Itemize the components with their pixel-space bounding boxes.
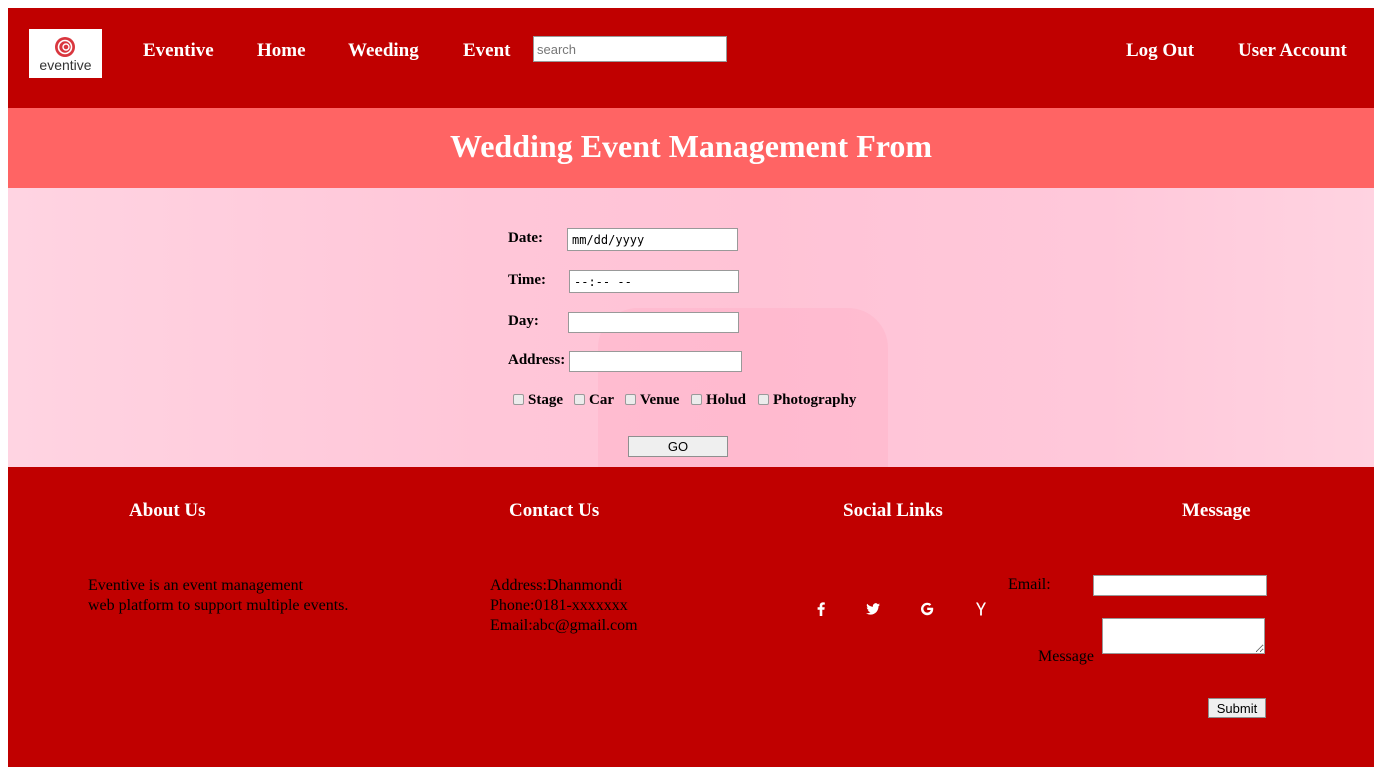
time-label: Time: <box>508 272 547 288</box>
message-text-label: Message <box>1038 648 1094 665</box>
twitter-icon[interactable] <box>861 597 885 621</box>
social-links-heading: Social Links <box>843 500 943 521</box>
page-title: Wedding Event Management From <box>449 128 933 164</box>
stage-checkbox[interactable] <box>513 394 524 405</box>
time-input[interactable] <box>569 270 739 293</box>
photography-checkbox[interactable] <box>758 394 769 405</box>
message-textarea[interactable] <box>1102 618 1265 654</box>
user-account-link[interactable]: User Account <box>1238 40 1347 62</box>
logout-link[interactable]: Log Out <box>1126 40 1194 62</box>
contact-phone: Phone:0181-xxxxxxx <box>490 597 628 614</box>
day-input[interactable] <box>568 312 739 333</box>
photography-label: Photography <box>773 392 857 408</box>
search-input[interactable] <box>533 36 727 62</box>
message-email-label: Email: <box>1008 576 1051 593</box>
venue-label: Venue <box>640 392 680 408</box>
venue-checkbox[interactable] <box>625 394 636 405</box>
about-us-line-1: Eventive is an event management <box>88 577 304 594</box>
holud-checkbox[interactable] <box>691 394 702 405</box>
header-bar: eventive Eventive Home Weeding Event Log… <box>8 8 1374 108</box>
logo-text: eventive <box>39 57 92 73</box>
car-checkbox[interactable] <box>574 394 585 405</box>
car-label: Car <box>589 392 614 408</box>
facebook-icon[interactable] <box>809 597 833 621</box>
contact-address: Address:Dhanmondi <box>490 577 623 594</box>
nav-eventive[interactable]: Eventive <box>143 40 214 62</box>
logo[interactable]: eventive <box>29 29 102 78</box>
message-email-input[interactable] <box>1093 575 1267 596</box>
address-label: Address: <box>508 352 566 368</box>
contact-email: Email:abc@gmail.com <box>490 617 638 634</box>
nav-event[interactable]: Event <box>463 40 511 62</box>
y-combinator-icon[interactable] <box>969 597 993 621</box>
holud-label: Holud <box>706 392 747 408</box>
address-input[interactable] <box>569 351 742 372</box>
message-heading: Message <box>1182 500 1251 521</box>
day-label: Day: <box>508 313 539 329</box>
date-label: Date: <box>508 230 543 246</box>
footer: About Us Eventive is an event management… <box>8 467 1374 767</box>
date-input[interactable] <box>567 228 738 251</box>
swirl-logo-icon <box>55 37 75 57</box>
nav-home[interactable]: Home <box>257 40 306 62</box>
submit-button[interactable]: Submit <box>1208 698 1266 718</box>
booking-form: Date: Time: Day: Address: Stage Car Venu… <box>8 188 1374 467</box>
google-icon[interactable] <box>915 597 939 621</box>
title-band: Wedding Event Management From <box>8 108 1374 188</box>
go-button[interactable]: GO <box>628 436 728 457</box>
stage-label: Stage <box>528 392 563 408</box>
nav-weeding[interactable]: Weeding <box>348 40 419 62</box>
about-us-line-2: web platform to support multiple events. <box>88 597 349 614</box>
contact-us-heading: Contact Us <box>509 500 600 521</box>
page: eventive Eventive Home Weeding Event Log… <box>8 8 1374 767</box>
about-us-heading: About Us <box>129 500 206 521</box>
